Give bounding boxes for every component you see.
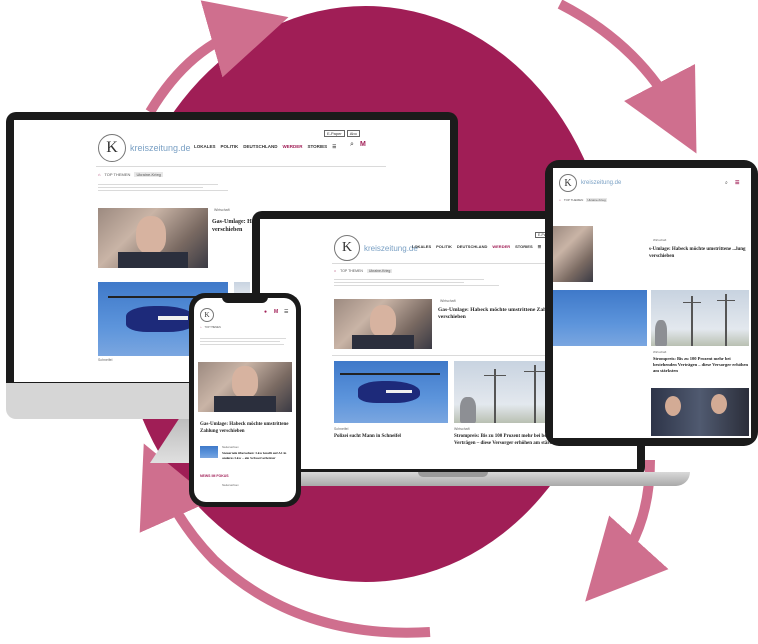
phone-lead-headline[interactable]: Gas-Umlage: Habeck möchte umstrittene Za… — [200, 422, 290, 435]
tablet-power-category: Wirtschaft — [653, 350, 667, 354]
laptop-header-divider — [332, 263, 572, 264]
ticker-list — [98, 182, 238, 193]
laptop-lead-photo[interactable] — [334, 299, 432, 349]
phone-menu-icon[interactable]: ☰ — [284, 309, 288, 315]
tablet-pylon-photo[interactable] — [651, 290, 749, 346]
tablet-search-icon[interactable]: ⌕ — [725, 180, 728, 186]
site-logo[interactable]: K kreiszeitung.de — [98, 134, 191, 162]
nav-politik[interactable]: POLITIK — [221, 144, 239, 150]
tablet-lead-headline[interactable]: s-Umlage: Habeck möchte umstrittene ...l… — [649, 246, 749, 260]
home-icon[interactable]: ⌂ — [98, 172, 100, 177]
laptop-home-icon[interactable]: ⌂ — [334, 269, 336, 273]
tablet-power-headline[interactable]: Strompreis: Bis zu 100 Prozent mehr bei … — [653, 356, 749, 374]
laptop-heli-photo[interactable] — [334, 361, 448, 423]
tablet-site-logo[interactable]: K kreiszeitung.de — [559, 174, 621, 192]
nav-stories[interactable]: STORIES — [308, 144, 328, 150]
laptop-section-divider — [332, 355, 572, 356]
laptop-nav-stories[interactable]: STORIES — [515, 244, 533, 249]
laptop-heli-category: Schneifel — [334, 427, 349, 431]
phone-account-m-icon[interactable]: M — [274, 309, 278, 315]
epaper-button[interactable]: E-Paper — [324, 130, 345, 137]
laptop-site-logo[interactable]: K kreiszeitung.de — [334, 235, 418, 261]
search-icon[interactable]: ⌕ — [350, 141, 354, 149]
laptop-nav-politik[interactable]: POLITIK — [436, 244, 452, 249]
phone-notch — [222, 296, 268, 303]
phone-section-label: NEWS IM FOKUS — [200, 474, 229, 478]
laptop-menu-icon[interactable]: ☰ — [538, 244, 542, 249]
phone-topics-label: TOP THEMEN — [204, 326, 221, 329]
laptop-ticker-list — [334, 277, 514, 288]
logo-domain: kreiszeitung.de — [130, 143, 191, 153]
laptop-logo-domain: kreiszeitung.de — [364, 243, 418, 253]
lead-photo[interactable] — [98, 208, 208, 268]
logo-k-icon: K — [98, 134, 126, 162]
nav-lokales[interactable]: LOKALES — [194, 144, 216, 150]
phone-second-headline[interactable]: Steuernde übersehen: Lkw knallt auf A1 i… — [222, 451, 290, 460]
laptop-topic-chip[interactable]: Ukraine-Krieg — [366, 269, 393, 273]
arrow-top-left — [145, 0, 289, 115]
nav-deutschland[interactable]: DEUTSCHLAND — [243, 144, 277, 150]
topics-label: TOP THEMEN — [104, 172, 131, 177]
laptop-nav-lokales[interactable]: LOKALES — [412, 244, 431, 249]
phone-second-category: Niedersachsen — [222, 446, 239, 449]
phone-topics-bar: ⌂ TOP THEMEN — [200, 326, 221, 329]
abo-button[interactable]: Abo — [346, 130, 360, 137]
tablet-topics-bar: ⌂ TOP THEMEN Ukraine-Krieg — [559, 198, 607, 202]
laptop-power-category: Wirtschaft — [454, 427, 470, 431]
tablet-heli-photo[interactable] — [553, 290, 647, 346]
account-icon[interactable]: M — [360, 141, 366, 148]
heli-category-desktop: Schneifel — [98, 358, 113, 362]
tablet-lead-photo[interactable] — [553, 226, 593, 282]
laptop-notch — [418, 472, 488, 477]
scene: E-Paper Abo K kreiszeitung.de LOKALES PO… — [0, 0, 758, 644]
nav-werder[interactable]: WERDER — [283, 144, 303, 150]
menu-icon[interactable]: ☰ — [332, 144, 336, 150]
laptop-heli-headline[interactable]: Polizei sucht Mann in Schneifel — [334, 434, 444, 441]
arrow-top-right — [557, 0, 697, 154]
header-divider — [96, 166, 386, 167]
topic-chip[interactable]: Ukraine-Krieg — [134, 172, 163, 177]
laptop-topics-label: TOP THEMEN — [340, 269, 363, 273]
phone-ticker-list — [200, 336, 290, 347]
tablet-people-photo[interactable] — [651, 388, 749, 436]
tablet-home-icon[interactable]: ⌂ — [559, 198, 561, 202]
phone-site-logo[interactable]: K — [200, 308, 214, 322]
main-nav: LOKALES POLITIK DEUTSCHLAND WERDER STORI… — [194, 144, 336, 150]
phone-section-category: Niedersachsen — [222, 484, 239, 487]
laptop-nav-deutschland[interactable]: DEUTSCHLAND — [457, 244, 487, 249]
tablet-lead-category: Wirtschaft — [653, 238, 667, 242]
phone-account-icon[interactable]: ● — [264, 309, 267, 315]
laptop-logo-k-icon: K — [334, 235, 360, 261]
laptop-main-nav: LOKALES POLITIK DEUTSCHLAND WERDER STORI… — [412, 244, 541, 249]
laptop-topics-bar: ⌂ TOP THEMEN Ukraine-Krieg — [334, 269, 393, 273]
tablet-logo-k-icon: K — [559, 174, 577, 192]
phone-logo-k-icon: K — [200, 308, 214, 322]
phone-screen: K ● M ☰ ⌂ TOP THEMEN Gas-Umlage: Habeck … — [194, 298, 296, 502]
phone-lead-photo[interactable] — [198, 362, 292, 412]
phone-home-icon[interactable]: ⌂ — [200, 326, 202, 329]
tablet-topics-label: TOP THEMEN — [563, 198, 584, 202]
tablet-logo-domain: kreiszeitung.de — [581, 180, 622, 186]
topics-bar: ⌂ TOP THEMEN Ukraine-Krieg — [98, 172, 163, 177]
tablet-menu-icon[interactable]: ☰ — [735, 180, 739, 186]
tablet-screen: K kreiszeitung.de ⌕ ☰ ⌂ TOP THEMEN Ukrai… — [553, 168, 751, 438]
laptop-lead-category: Wirtschaft — [440, 299, 456, 303]
phone-thumb-photo[interactable] — [200, 446, 218, 458]
tablet-topic-chip[interactable]: Ukraine-Krieg — [586, 198, 607, 202]
laptop-nav-werder[interactable]: WERDER — [492, 244, 510, 249]
